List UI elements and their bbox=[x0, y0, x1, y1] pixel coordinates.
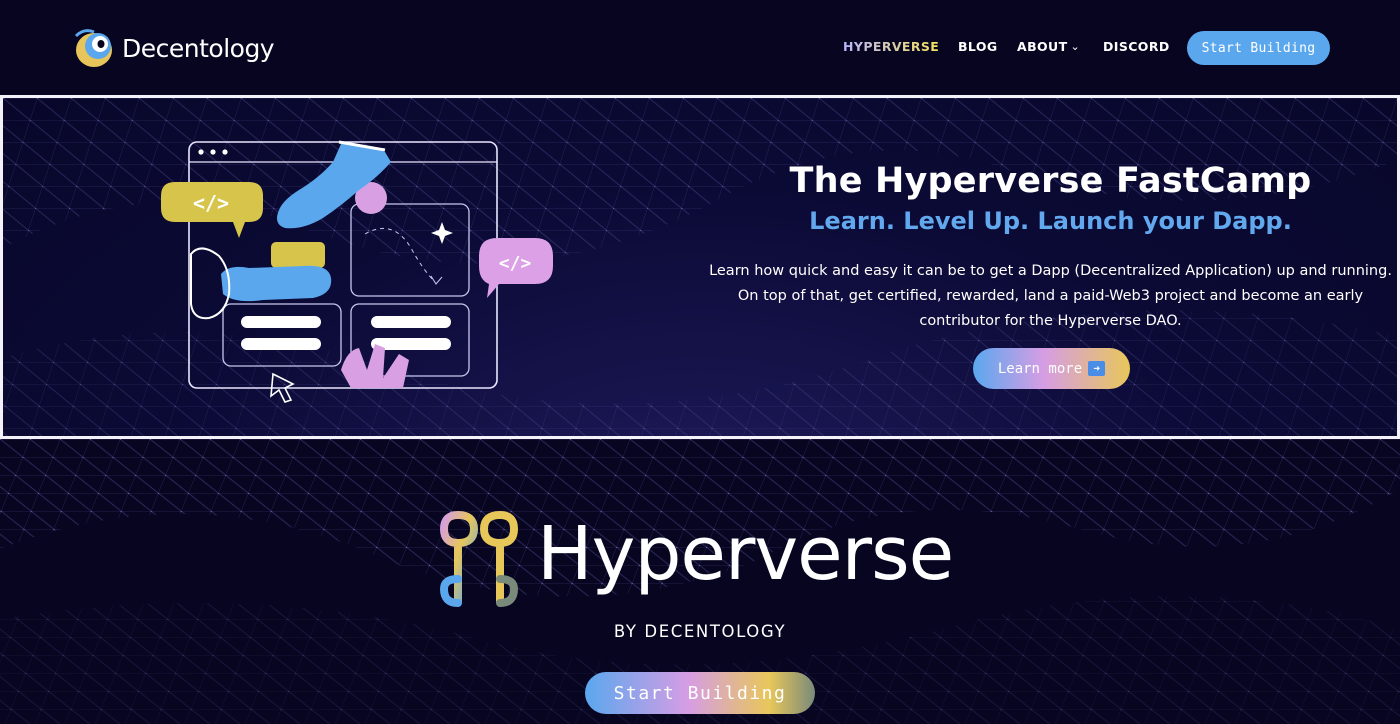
hyperverse-hero: Hyperverse BY DECENTOLOGY Start Building bbox=[0, 439, 1400, 724]
banner-description: Learn how quick and easy it can be to ge… bbox=[709, 263, 1392, 329]
start-building-nav-button[interactable]: Start Building bbox=[1187, 31, 1330, 65]
banner-title: The Hyperverse FastCamp bbox=[789, 161, 1312, 201]
svg-text:</>: </> bbox=[499, 253, 532, 274]
brand-name: Decentology bbox=[122, 33, 275, 63]
nav-item-discord[interactable]: DISCORD bbox=[1103, 39, 1170, 54]
hero-byline: BY DECENTOLOGY bbox=[613, 622, 787, 641]
site-header: Decentology HYPERVERSE BLOG ABOUT ⌄ DISC… bbox=[0, 0, 1400, 95]
nav-item-hyperverse[interactable]: HYPERVERSE bbox=[843, 39, 939, 54]
nav-item-about[interactable]: ABOUT ⌄ bbox=[1017, 39, 1080, 54]
brand-logo-link[interactable]: Decentology bbox=[72, 26, 275, 70]
arrow-right-icon: ➜ bbox=[1088, 361, 1106, 376]
nav-item-blog[interactable]: BLOG bbox=[958, 39, 998, 54]
chevron-down-icon: ⌄ bbox=[1070, 40, 1080, 53]
learn-more-button[interactable]: Learn more ➜ bbox=[973, 348, 1130, 389]
hyperverse-logo-icon bbox=[440, 511, 518, 607]
hyperverse-wordmark: Hyperverse bbox=[537, 511, 954, 597]
svg-text:</>: </> bbox=[193, 191, 229, 215]
fastcamp-illustration: </> </> bbox=[161, 140, 553, 403]
start-building-hero-button[interactable]: Start Building bbox=[585, 672, 815, 714]
learn-more-label: Learn more bbox=[997, 360, 1083, 377]
banner-subtitle: Learn. Level Up. Launch your Dapp. bbox=[809, 207, 1292, 235]
fastcamp-banner: </> </> The Hyperverse FastCamp Learn. L… bbox=[0, 95, 1400, 439]
decentology-logo-icon bbox=[74, 29, 112, 67]
